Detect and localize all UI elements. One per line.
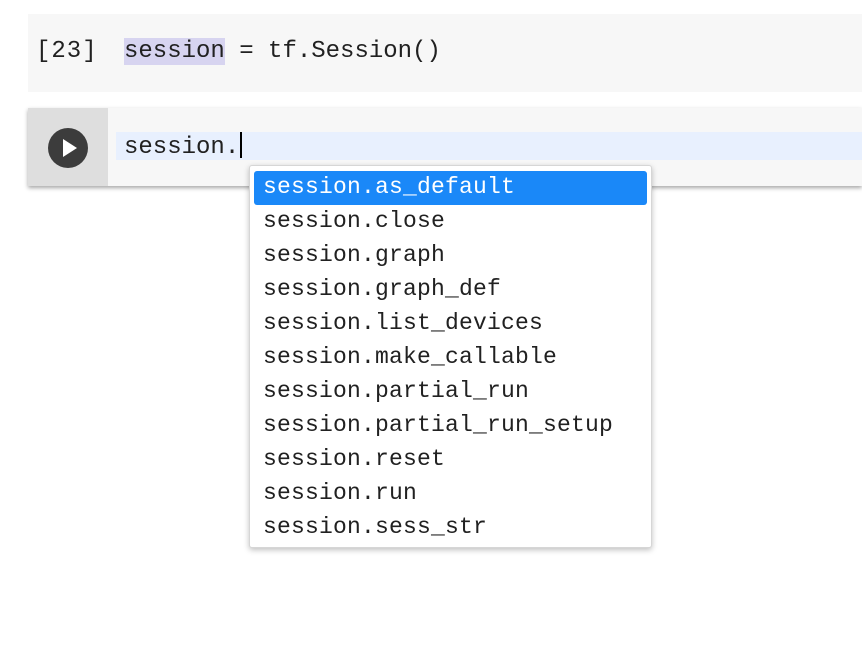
cell-gutter <box>28 108 108 186</box>
autocomplete-item[interactable]: session.as_default <box>254 171 647 205</box>
autocomplete-item[interactable]: session.graph_def <box>254 273 647 307</box>
code-editor[interactable]: session. <box>116 132 862 162</box>
autocomplete-item[interactable]: session.list_devices <box>254 307 647 341</box>
run-cell-button[interactable] <box>48 128 88 168</box>
autocomplete-item[interactable]: session.partial_run_setup <box>254 409 647 443</box>
autocomplete-item[interactable]: session.graph <box>254 239 647 273</box>
editor-text: session. <box>124 134 240 161</box>
code-remainder: = tf.Session() <box>224 38 441 65</box>
autocomplete-item[interactable]: session.sess_str <box>254 511 647 545</box>
autocomplete-popup[interactable]: session.as_default session.close session… <box>249 165 652 548</box>
editor-input-line[interactable]: session. <box>124 132 243 162</box>
autocomplete-item[interactable]: session.make_callable <box>254 341 647 375</box>
play-icon <box>63 139 77 157</box>
execution-count: [23] <box>36 38 98 65</box>
code-line[interactable]: session = tf.Session() <box>124 38 441 65</box>
text-cursor <box>240 132 243 158</box>
highlighted-token: session <box>124 38 225 65</box>
executed-code-cell[interactable]: [23] session = tf.Session() <box>28 14 862 92</box>
autocomplete-item[interactable]: session.partial_run <box>254 375 647 409</box>
autocomplete-item[interactable]: session.close <box>254 205 647 239</box>
autocomplete-item[interactable]: session.reset <box>254 443 647 477</box>
notebook-page: [23] session = tf.Session() session. ses… <box>0 0 862 654</box>
autocomplete-item[interactable]: session.run <box>254 477 647 511</box>
